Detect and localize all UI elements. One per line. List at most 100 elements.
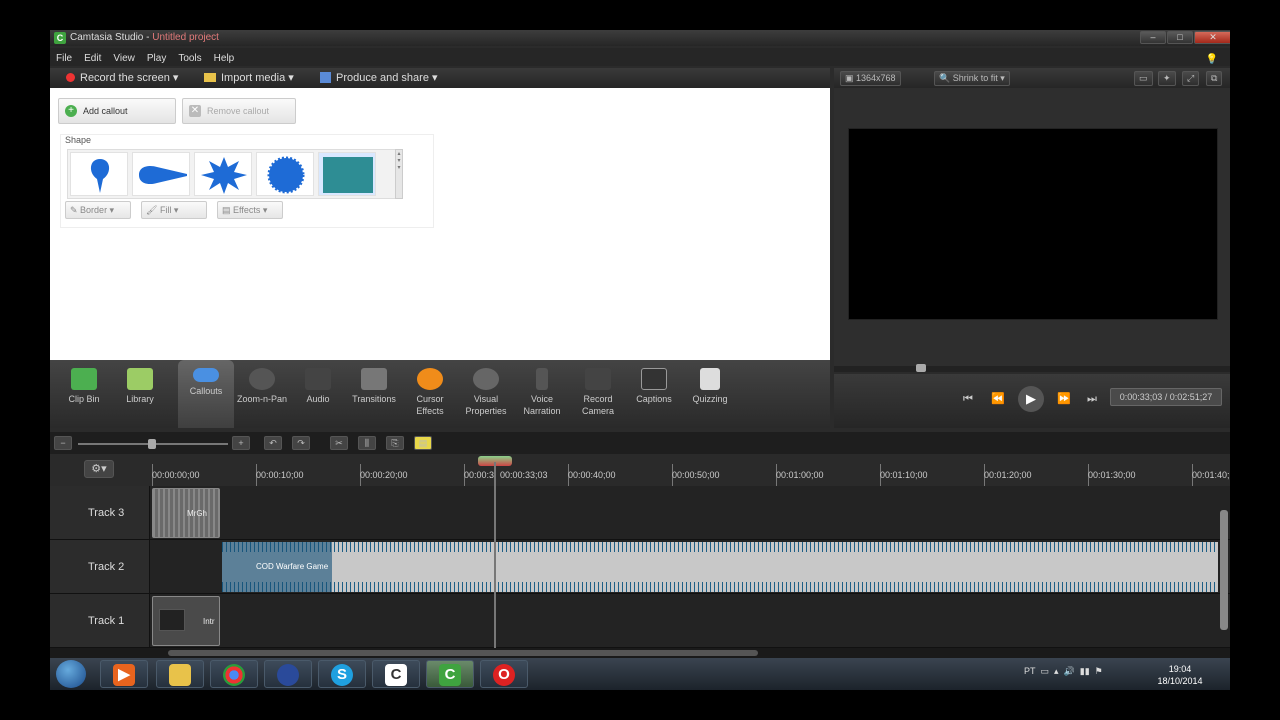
rewind-button[interactable]: ⏪	[988, 390, 1008, 408]
scroll-thumb[interactable]	[168, 650, 758, 656]
zoom-dropdown[interactable]: 🔍 Shrink to fit ▾	[934, 71, 1010, 86]
visual-properties-icon	[473, 368, 499, 390]
record-screen-button[interactable]: Record the screen ▾	[66, 71, 178, 84]
tab-audio[interactable]: Audio	[290, 364, 346, 424]
preview-seek-bar[interactable]	[834, 364, 1230, 372]
menu-tools[interactable]: Tools	[172, 50, 207, 67]
skip-back-button[interactable]: ⏮	[958, 390, 978, 408]
tick-label: 00:01:30;00	[1088, 470, 1136, 480]
quizzing-icon	[700, 368, 720, 390]
tab-captions[interactable]: Captions	[626, 364, 682, 424]
shape-label: Shape	[65, 135, 92, 145]
taskbar-camtasia-recorder[interactable]: C	[372, 660, 420, 688]
menu-play[interactable]: Play	[141, 50, 172, 67]
track-label[interactable]: Track 1	[50, 594, 150, 647]
border-dropdown[interactable]: ✎ Border ▾	[65, 201, 131, 219]
remove-icon: ✕	[189, 105, 201, 117]
tab-cursor-effects[interactable]: Cursor Effects	[402, 364, 458, 424]
zoom-out-icon[interactable]: −	[54, 436, 72, 450]
playhead-line[interactable]	[494, 462, 496, 648]
menu-view[interactable]: View	[107, 50, 141, 67]
windows-taskbar: ▶ S C C O PT ▭ ▴ 🔊 ▮▮ ⚑ 19:04 18/10/2014	[50, 658, 1230, 690]
taskbar-opera[interactable]: O	[480, 660, 528, 688]
system-tray[interactable]: PT ▭ ▴ 🔊 ▮▮ ⚑	[1024, 666, 1103, 677]
shape-burst[interactable]	[194, 152, 252, 196]
canvas-size-button[interactable]: ▣ 1364x768	[840, 71, 901, 86]
audio-icon	[305, 368, 331, 390]
tab-voice-narration[interactable]: Voice Narration	[514, 364, 570, 424]
lightbulb-icon[interactable]: 💡	[1200, 51, 1224, 68]
tab-quizzing[interactable]: Quizzing	[682, 364, 738, 424]
menu-file[interactable]: File	[50, 50, 78, 67]
skip-forward-button[interactable]: ⏭	[1082, 390, 1102, 408]
waveform-body	[222, 552, 1218, 582]
clip-thumbnail	[159, 609, 185, 631]
redo-icon[interactable]: ↷	[292, 436, 310, 450]
preview-detach-icon[interactable]: ⧉	[1206, 71, 1223, 86]
preview-fullscreen-icon[interactable]: ⤢	[1182, 71, 1200, 86]
camera-icon	[585, 368, 611, 390]
timeline-vertical-scrollbar[interactable]	[1220, 510, 1228, 630]
fill-dropdown[interactable]: 🖌 Fill ▾	[141, 201, 207, 219]
title-bar: C Camtasia Studio - Untitled project – □…	[50, 30, 1230, 46]
timeline-clip[interactable]: MrGh	[152, 488, 220, 538]
preview-star-icon[interactable]: ✦	[1158, 71, 1176, 86]
tab-record-camera[interactable]: Record Camera	[570, 364, 626, 424]
timeline-horizontal-scrollbar[interactable]	[50, 648, 1230, 658]
tab-transitions[interactable]: Transitions	[346, 364, 402, 424]
tab-clip-bin[interactable]: Clip Bin	[56, 364, 112, 424]
timecode-display: 0:00:33;03 / 0:02:51;27	[1110, 388, 1222, 406]
add-callout-button[interactable]: + Add callout	[58, 98, 176, 124]
taskbar-app[interactable]	[264, 660, 312, 688]
taskbar-chrome[interactable]	[210, 660, 258, 688]
shape-seal[interactable]	[256, 152, 314, 196]
preview-canvas[interactable]	[848, 128, 1218, 320]
shape-group: Shape ▴ ▾ ▾ ✎ Border ▾ 🖌 Fill ▾ ▤ Effect…	[60, 134, 434, 228]
track-label[interactable]: Track 3	[50, 486, 150, 539]
shape-pin[interactable]	[70, 152, 128, 196]
minimize-button[interactable]: –	[1140, 31, 1166, 44]
taskbar-media-player[interactable]: ▶	[100, 660, 148, 688]
preview-option-icon[interactable]: ▭	[1134, 71, 1153, 86]
tick-label: 00:00:3	[464, 470, 495, 480]
effects-dropdown[interactable]: ▤ Effects ▾	[217, 201, 283, 219]
track-settings-gear-icon[interactable]: ⚙▾	[84, 460, 114, 478]
shape-rectangle[interactable]	[318, 152, 376, 196]
timeline-clip[interactable]: Intr	[152, 596, 220, 646]
tab-callouts[interactable]: Callouts	[178, 360, 234, 428]
tab-zoom-n-pan[interactable]: Zoom-n-Pan	[234, 364, 290, 424]
cut-icon[interactable]: ✂	[330, 436, 348, 450]
taskbar-skype[interactable]: S	[318, 660, 366, 688]
copy-icon[interactable]: ⎘	[386, 436, 404, 450]
audio-waveform-clip[interactable]: COD Warfare Game	[222, 542, 1218, 592]
maximize-button[interactable]: □	[1167, 31, 1193, 44]
play-button[interactable]: ▶	[1018, 386, 1044, 412]
timeline-toolbar: − + ↶ ↷ ✂ ⫼ ⎘ ▤	[50, 432, 1230, 454]
tick-label: 00:01:00;00	[776, 470, 824, 480]
player-controls: ⏮ ⏪ ▶ ⏩ ⏭ 0:00:33;03 / 0:02:51;27	[834, 374, 1230, 428]
tab-visual-properties[interactable]: Visual Properties	[458, 364, 514, 424]
split-icon[interactable]: ⫼	[358, 436, 376, 450]
zoom-in-icon[interactable]: +	[232, 436, 250, 450]
import-media-button[interactable]: Import media ▾	[204, 71, 294, 84]
system-clock[interactable]: 19:04 18/10/2014	[1150, 663, 1210, 687]
taskbar-camtasia-studio[interactable]: C	[426, 660, 474, 688]
shape-cone[interactable]	[132, 152, 190, 196]
track-row: Track 3 MrGh	[50, 486, 1230, 540]
menu-help[interactable]: Help	[208, 50, 241, 67]
fast-forward-button[interactable]: ⏩	[1054, 390, 1074, 408]
track-label[interactable]: Track 2	[50, 540, 150, 593]
remove-callout-button[interactable]: ✕ Remove callout	[182, 98, 296, 124]
shape-gallery-scroll[interactable]: ▴ ▾ ▾	[395, 149, 403, 199]
timeline-zoom-knob[interactable]	[148, 439, 156, 449]
taskbar-explorer[interactable]	[156, 660, 204, 688]
seek-knob[interactable]	[916, 364, 926, 372]
produce-share-button[interactable]: Produce and share ▾	[320, 71, 438, 84]
timeline-ruler[interactable]: ⚙▾ 00:00:00;00 00:00:10;00 00:00:20;00 0…	[50, 454, 1230, 486]
paste-icon[interactable]: ▤	[414, 436, 432, 450]
tab-library[interactable]: Library	[112, 364, 168, 424]
menu-edit[interactable]: Edit	[78, 50, 107, 67]
close-button[interactable]: ✕	[1194, 31, 1230, 44]
windows-start-button[interactable]	[56, 660, 86, 688]
undo-icon[interactable]: ↶	[264, 436, 282, 450]
